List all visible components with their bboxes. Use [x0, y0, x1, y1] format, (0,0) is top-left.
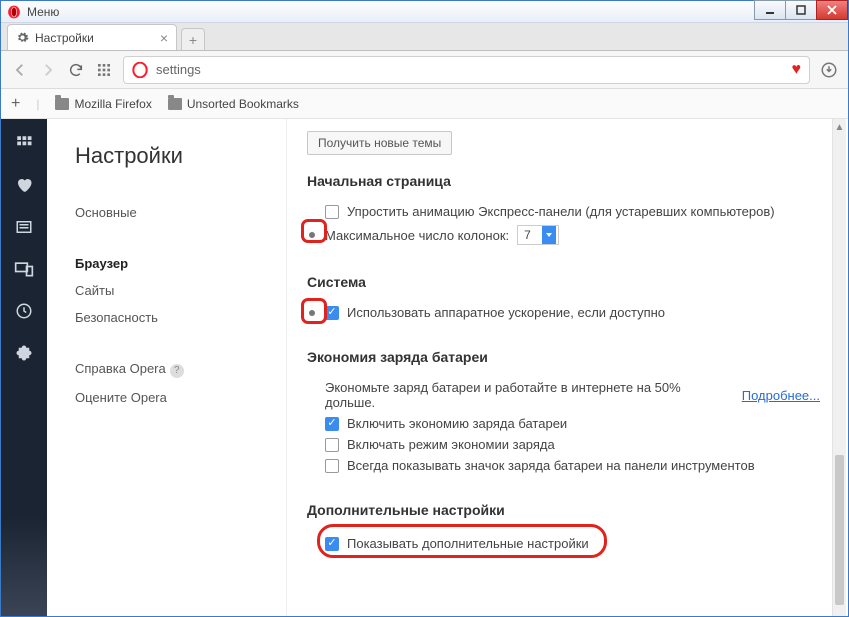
get-themes-button[interactable]: Получить новые темы [307, 131, 452, 155]
news-rail-icon[interactable] [14, 217, 34, 237]
checkbox-simplify-animation[interactable] [325, 205, 339, 219]
nav-toolbar: ♥ [1, 51, 848, 89]
section-battery: Экономия заряда батареи Экономьте заряд … [307, 349, 820, 476]
scroll-up-icon[interactable]: ▲ [833, 119, 846, 135]
window-minimize-button[interactable] [754, 0, 786, 20]
scrollbar[interactable]: ▲ [832, 119, 846, 616]
bookmark-label: Unsorted Bookmarks [187, 97, 299, 111]
battery-more-link[interactable]: Подробнее... [742, 388, 820, 403]
tab-strip: Настройки × + [1, 23, 848, 51]
checkbox-battery-icon[interactable] [325, 459, 339, 473]
sidebar-rail [1, 119, 47, 616]
menu-label[interactable]: Меню [27, 5, 59, 19]
settings-pane: Получить новые темы Начальная страница У… [287, 119, 848, 616]
select-value: 7 [524, 228, 531, 242]
tab-close-icon[interactable]: × [160, 31, 168, 45]
settings-left-menu: Настройки Основные Браузер Сайты Безопас… [47, 119, 287, 616]
add-bookmark-button[interactable]: + [11, 95, 20, 113]
opt-label: Всегда показывать значок заряда батареи … [347, 458, 755, 473]
bookmark-folder-unsorted[interactable]: Unsorted Bookmarks [168, 97, 299, 111]
bookmark-label: Mozilla Firefox [74, 97, 151, 111]
bookmarks-bar: + | Mozilla Firefox Unsorted Bookmarks [1, 89, 848, 119]
devices-rail-icon[interactable] [14, 259, 34, 279]
opera-logo-icon [7, 5, 21, 19]
bookmark-folder-firefox[interactable]: Mozilla Firefox [55, 97, 151, 111]
heart-rail-icon[interactable] [14, 175, 34, 195]
section-heading: Система [307, 274, 820, 290]
menu-browser[interactable]: Браузер [75, 250, 274, 277]
speed-dial-icon[interactable] [14, 133, 34, 153]
heart-icon[interactable]: ♥ [792, 61, 802, 79]
opera-o-icon [132, 62, 148, 78]
forward-button[interactable] [39, 61, 57, 79]
chevron-down-icon [542, 226, 556, 244]
gear-icon [16, 31, 29, 44]
section-system: Система Использовать аппаратное ускорени… [307, 274, 820, 323]
new-tab-button[interactable]: + [181, 28, 205, 50]
folder-icon [55, 98, 69, 110]
bullet-icon [309, 310, 315, 316]
menu-basic[interactable]: Основные [75, 199, 274, 226]
window-titlebar: Меню [1, 1, 848, 23]
menu-sites[interactable]: Сайты [75, 277, 274, 304]
opt-label: Включать режим экономии заряда [347, 437, 555, 452]
opt-label: Максимальное число колонок: [325, 228, 509, 243]
tab-settings[interactable]: Настройки × [7, 24, 177, 50]
section-heading: Дополнительные настройки [307, 502, 820, 518]
tab-title: Настройки [35, 31, 94, 45]
opt-label: Использовать аппаратное ускорение, если … [347, 305, 665, 320]
bullet-icon [309, 232, 315, 238]
menu-help[interactable]: Справка Opera? [75, 355, 274, 384]
menu-rate[interactable]: Оцените Opera [75, 384, 274, 411]
extensions-rail-icon[interactable] [14, 343, 34, 363]
window-maximize-button[interactable] [785, 0, 817, 20]
opt-label: Упростить анимацию Экспресс-панели (для … [347, 204, 775, 219]
folder-icon [168, 98, 182, 110]
section-start-page: Начальная страница Упростить анимацию Эк… [307, 173, 820, 248]
history-rail-icon[interactable] [14, 301, 34, 321]
opt-label: Показывать дополнительные настройки [347, 536, 589, 551]
downloads-button[interactable] [820, 61, 838, 79]
address-input[interactable] [156, 62, 784, 77]
checkbox-hw-accel[interactable] [325, 306, 339, 320]
back-button[interactable] [11, 61, 29, 79]
max-columns-select[interactable]: 7 [517, 225, 559, 245]
checkbox-show-advanced[interactable] [325, 537, 339, 551]
scroll-thumb[interactable] [835, 455, 844, 605]
opt-label: Включить экономию заряда батареи [347, 416, 567, 431]
section-heading: Экономия заряда батареи [307, 349, 820, 365]
checkbox-battery-mode[interactable] [325, 438, 339, 452]
battery-info-text: Экономьте заряд батареи и работайте в ин… [325, 380, 722, 410]
window-close-button[interactable] [816, 0, 848, 20]
address-bar[interactable]: ♥ [123, 56, 810, 84]
apps-button[interactable] [95, 61, 113, 79]
menu-security[interactable]: Безопасность [75, 304, 274, 331]
checkbox-battery-saver[interactable] [325, 417, 339, 431]
reload-button[interactable] [67, 61, 85, 79]
page-title: Настройки [75, 143, 274, 169]
section-heading: Начальная страница [307, 173, 820, 189]
section-advanced: Дополнительные настройки Показывать допо… [307, 502, 820, 557]
